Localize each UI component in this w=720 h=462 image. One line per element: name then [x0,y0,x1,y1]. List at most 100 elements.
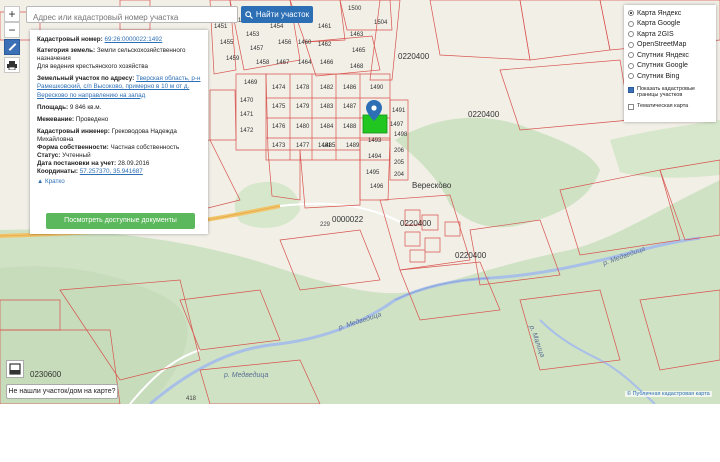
thematic-map-checkbox[interactable]: Тематическая карта [628,103,712,110]
search-icon [245,10,253,19]
road-number: 418 [186,396,197,402]
parcel-label[interactable]: 1498 [394,132,407,138]
search-input[interactable] [27,10,233,25]
parcel-label[interactable]: 1504 [374,20,387,26]
show-boundaries-checkbox[interactable]: Показать кадастровые границы участков [628,86,712,99]
parcel-label[interactable]: 1463 [350,32,363,38]
parcel-label[interactable]: 1456 [278,40,291,46]
engineer-label: Кадастровый инженер: [37,127,110,135]
land-category-label: Категория земель: [37,47,96,55]
checkbox-icon [628,86,634,93]
parcel-label[interactable]: 1488 [343,124,356,130]
parcel-label[interactable]: 1458 [256,60,269,66]
village-label: Вереско̀во [412,181,452,190]
parcel-label[interactable]: 1467 [276,60,289,66]
radio-icon [628,52,634,59]
parcel-label[interactable]: 1459 [226,56,239,62]
parcel-label[interactable]: 1489 [346,143,359,149]
collapse-link[interactable]: ▲ Кратко [37,178,201,186]
parcel-info-panel: Кадастровый номер: 69:26:0000022:1492 Ка… [30,30,208,234]
parcel-label[interactable]: 1457 [250,46,263,52]
parcel-label[interactable]: 1479 [296,104,309,110]
layer-option-bing-satellite[interactable]: Спутник Bing [628,71,712,82]
parcel-label[interactable]: 1484 [320,124,333,130]
quarter-label: 0220400 [468,110,500,119]
parcel-label[interactable]: 1455 [220,40,233,46]
layer-option-yandex-map[interactable]: Карта Яндекс [628,8,712,19]
layer-option-yandex-satellite[interactable]: Спутник Яндекс [628,50,712,61]
parcel-label[interactable]: 1496 [370,184,383,190]
parcel-label[interactable]: 1454 [270,24,283,30]
quarter-label: 0000022 [332,215,364,224]
layer-option-label: Спутник Bing [637,72,680,80]
parcel-label[interactable]: 1493 [368,138,381,144]
status-value: Учтенный [62,152,91,160]
coords-label: Координаты: [37,168,78,176]
parcel-label[interactable]: 1474 [272,85,285,91]
view-documents-button[interactable]: Посмотреть доступные документы [46,213,195,229]
parcel-label[interactable]: 1497 [390,122,403,128]
parcel-label[interactable]: 1485 [322,143,335,149]
parcel-label[interactable]: 1500 [348,6,361,12]
layer-option-google-map[interactable]: Карта Google [628,19,712,30]
coords-link[interactable]: 57.257370, 35.941687 [80,168,143,175]
parcel-label[interactable]: 1477 [296,143,309,149]
parcel-label[interactable]: 1469 [244,80,257,86]
parcel-label[interactable]: 1460 [298,40,311,46]
parcel-label[interactable]: 1471 [240,112,253,118]
parcel-label[interactable]: 1483 [320,104,333,110]
layer-option-2gis-map[interactable]: Карта 2GIS [628,29,712,40]
layer-option-google-satellite[interactable]: Спутник Google [628,61,712,72]
parcel-label[interactable]: 1464 [298,60,311,66]
parcel-label[interactable]: 1465 [352,48,365,54]
parcel-label[interactable]: 1490 [370,85,383,91]
parcel-label[interactable]: 1475 [272,104,285,110]
radio-icon [628,31,634,38]
parcel-label[interactable]: 1466 [320,60,333,66]
quarter-label: 0230600 [30,370,62,379]
printer-icon [7,60,17,70]
parcel-label[interactable]: 1487 [343,104,356,110]
parcel-label[interactable]: 1470 [240,98,253,104]
parcel-label[interactable]: 1473 [272,143,285,149]
parcel-label[interactable]: 1491 [392,108,405,114]
measure-tool-button[interactable] [4,39,20,55]
parcel-label[interactable]: 1468 [350,64,363,70]
radio-icon [628,41,634,48]
parcel-label[interactable]: 1495 [366,170,379,176]
layer-option-osm[interactable]: OpenStreetMap [628,40,712,51]
search-button[interactable]: Найти участок [241,6,313,23]
parcel-label[interactable]: 205 [394,160,404,166]
address-label: Земельный участок по адресу: [37,75,135,83]
parcel-label[interactable]: 1480 [296,124,309,130]
radio-icon [628,10,634,17]
layer-option-label: Спутник Яндекс [637,51,689,59]
show-boundaries-label: Показать кадастровые границы участков [637,85,696,99]
zoom-in-button[interactable]: + [4,6,20,22]
legend-icon [9,363,21,375]
area-label: Площадь: [37,103,69,111]
quarter-label: 0220400 [455,251,487,260]
map-credit-link[interactable]: © Публичная кадастровая карта [625,391,712,397]
parcel-label[interactable]: 1453 [246,32,259,38]
cadastral-number-link[interactable]: 69:26:0000022:1492 [105,36,163,43]
layer-option-label: Карта 2GIS [637,30,674,38]
zoom-out-button[interactable]: − [4,22,20,38]
parcel-label[interactable]: 1462 [318,42,331,48]
parcel-label[interactable]: 1461 [318,24,331,30]
road-number: 229 [320,222,331,228]
parcel-label[interactable]: 1486 [343,85,356,91]
not-found-button[interactable]: Не нашли участок/дом на карте? [6,384,118,399]
print-button[interactable] [4,57,20,73]
parcel-label[interactable]: 1494 [368,154,381,160]
parcel-label[interactable]: 1472 [240,128,253,134]
parcel-label[interactable]: 1476 [272,124,285,130]
legend-toggle-button[interactable] [6,360,24,378]
survey-value: Проведено [75,115,109,123]
parcel-label[interactable]: 206 [394,148,404,154]
parcel-label[interactable]: 1478 [296,85,309,91]
parcel-label[interactable]: 1482 [320,85,333,91]
parcel-label[interactable]: 204 [394,172,404,178]
registered-label: Дата постановки на учет: [37,160,117,168]
ownership-label: Форма собственности: [37,144,109,152]
